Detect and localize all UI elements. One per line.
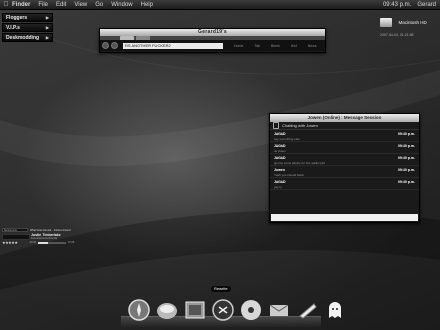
back-button[interactable] (102, 42, 109, 49)
safari-icon[interactable] (127, 298, 151, 322)
sidemenu-item-vips[interactable]: V.I.P.s ▶ (2, 23, 53, 32)
sidemenu-item-floggers[interactable]: Floggers ▶ (2, 13, 53, 22)
apple-icon[interactable]:  (0, 1, 12, 8)
drive-info: 2007-04-04, 01:21:58 (380, 33, 414, 37)
message-text: say something else (274, 137, 300, 141)
message-sender: Jowen (274, 168, 285, 172)
elapsed-time: -00:30 (29, 241, 37, 244)
message-sender: J∆G∆D (274, 132, 286, 136)
drive-name: Macintosh HD (398, 20, 427, 26)
chat-message: J∆G∆D 09:40 p.m. gimme some advice for th… (270, 154, 419, 166)
address-bar[interactable]: RS ANOTHER FUCKER2 (123, 42, 223, 49)
album-name: FutureSex/LoveSounds (31, 237, 58, 240)
menu-go[interactable]: Go (95, 2, 103, 8)
total-time: 07:28 (68, 241, 75, 244)
ghost-icon[interactable] (323, 298, 347, 322)
toolbar-button-news[interactable]: News (308, 44, 317, 48)
mail-icon[interactable] (267, 298, 291, 322)
toolbar-button-home[interactable]: Home (234, 44, 243, 48)
menu-help[interactable]: Help (141, 2, 153, 8)
message-time: 09:40 p.m. (397, 132, 415, 136)
progress-bar[interactable] (38, 242, 66, 244)
hard-drive-icon[interactable] (380, 18, 392, 28)
arrow-right-icon: ▶ (45, 35, 49, 40)
sidemenu-item-label: Floggers (6, 14, 28, 21)
menubar-user[interactable]: Gerard (417, 2, 436, 8)
menu-edit[interactable]: Edit (56, 2, 66, 8)
message-sender: J∆G∆D (274, 180, 286, 184)
chat-status-bar: Chatting with Jowen (270, 122, 419, 130)
browser-tab[interactable] (136, 36, 150, 40)
browser-tab[interactable] (120, 36, 134, 40)
menu-file[interactable]: File (38, 2, 48, 8)
sidemenu-item-deskmodding[interactable]: Deskmodding ▶ (2, 33, 53, 42)
message-text: yay ty (274, 185, 282, 189)
playlist-select[interactable]: Sunrunners (2, 228, 28, 232)
message-time: 09:40 p.m. (397, 168, 415, 172)
dvd-icon[interactable] (239, 298, 263, 322)
menubar-status-area: 09:43 p.m. Gerard (383, 0, 436, 9)
dock-hover-label: Rewrite (211, 286, 231, 292)
toolbar-button-history[interactable]: Hist (291, 44, 297, 48)
status-icon (273, 122, 279, 129)
message-sender: J∆G∆D (274, 156, 286, 160)
sidemenu-item-label: Deskmodding (6, 34, 40, 41)
progress-fill (38, 242, 48, 244)
chat-message: Jowen 09:40 p.m. Yeah you should black (270, 166, 419, 178)
toolbar-button-tab[interactable]: Tab (254, 44, 260, 48)
message-time: 09:40 p.m. (397, 180, 415, 184)
message-text: Yeah you should black (274, 173, 304, 177)
browser-toolbar: RS ANOTHER FUCKER2 Home Tab Bkmk Hist Ne… (100, 40, 325, 51)
photo-icon[interactable] (155, 298, 179, 322)
chat-input[interactable] (271, 214, 418, 221)
menubar-clock[interactable]: 09:43 p.m. (383, 2, 411, 8)
message-time: 09:40 p.m. (397, 144, 415, 148)
menu-window[interactable]: Window (111, 2, 132, 8)
menu-view[interactable]: View (74, 2, 87, 8)
preview-icon[interactable] (183, 298, 207, 322)
browser-window: Gerard19's RS ANOTHER FUCKER2 Home Tab B… (99, 28, 326, 53)
forward-button[interactable] (111, 42, 118, 49)
message-sender: J∆G∆D (274, 144, 286, 148)
song-title: What Goes Around... Comes Around (30, 228, 71, 232)
arrow-right-icon: ▶ (45, 15, 49, 20)
text-editor-icon[interactable] (295, 298, 319, 322)
itunes-icon[interactable] (211, 298, 235, 322)
arrow-right-icon: ▶ (45, 25, 49, 30)
menu-finder[interactable]: Finder (12, 2, 30, 8)
message-time: 09:40 p.m. (397, 156, 415, 160)
message-text: gimme some advice for this wallie lolol (274, 161, 326, 165)
side-menu: Floggers ▶ V.I.P.s ▶ Deskmodding ▶ (2, 13, 53, 43)
chat-message: J∆G∆D 09:40 p.m. say something else (270, 130, 419, 142)
chat-window: Jowen (Online) : Message Session Chattin… (269, 113, 420, 223)
menu-bar:  Finder File Edit View Go Window Help 0… (0, 0, 440, 10)
sidemenu-item-label: V.I.P.s (6, 24, 20, 31)
message-text: ok jowen (274, 149, 286, 153)
rating-stars[interactable]: ★★★★★ (2, 240, 18, 245)
dock (127, 296, 341, 322)
chat-status-text: Chatting with Jowen (282, 123, 318, 128)
chat-message: J∆G∆D 09:40 p.m. ok jowen (270, 142, 419, 154)
chat-title[interactable]: Jowen (Online) : Message Session (270, 114, 419, 122)
itunes-controller: Sunrunners What Goes Around... Comes Aro… (2, 228, 76, 250)
chat-message: J∆G∆D 09:40 p.m. yay ty (270, 178, 419, 190)
toolbar-button-bookmarks[interactable]: Bkmk (271, 44, 280, 48)
browser-title[interactable]: Gerard19's (100, 29, 325, 36)
desktop-drive[interactable]: Macintosh HD 2007-04-04, 01:21:58 (380, 14, 434, 37)
